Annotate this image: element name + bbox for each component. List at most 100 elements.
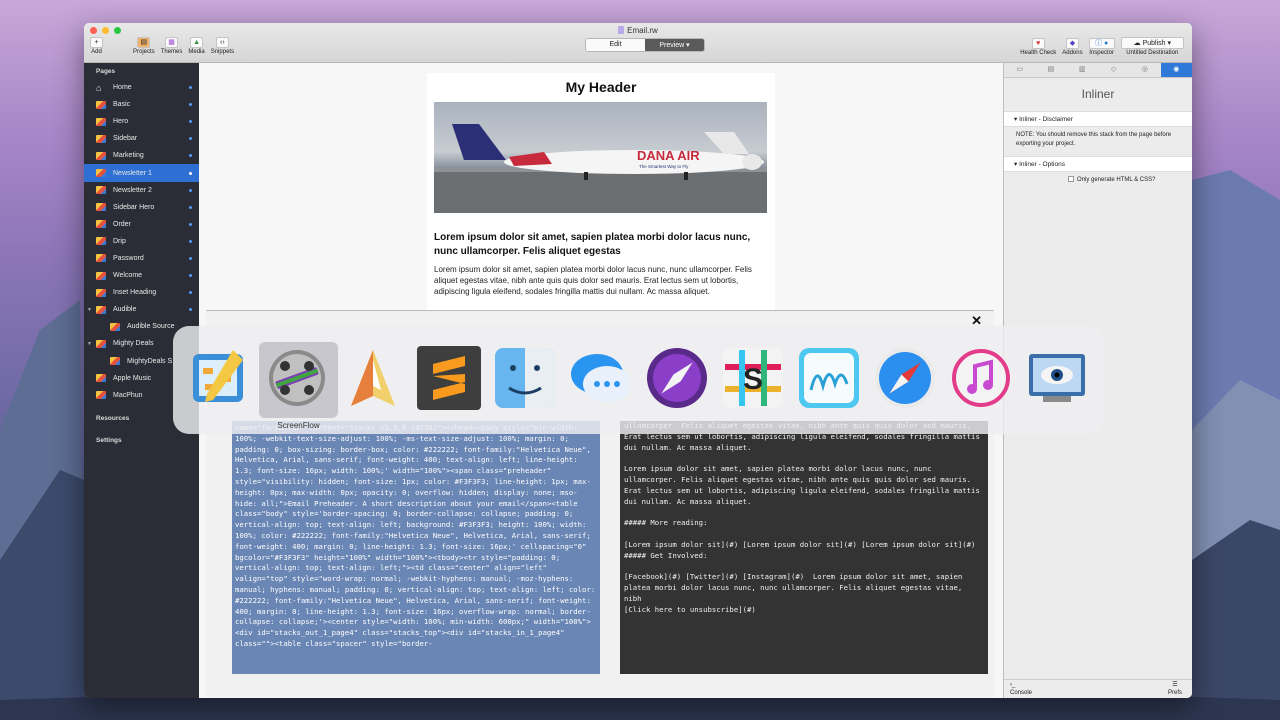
themes-icon: ▦ <box>165 37 179 48</box>
page-icon <box>96 237 106 246</box>
app-switcher: S ScreenFlow <box>173 326 1105 434</box>
tab-content-icon[interactable]: ▥ <box>1067 63 1098 77</box>
snippets-label: Snippets <box>210 49 235 55</box>
projects-icon: ▤ <box>137 37 151 48</box>
sidebar-item-marketing[interactable]: Marketing <box>84 147 199 164</box>
media-button[interactable]: ▲ Media <box>188 37 205 55</box>
tab-tag-icon[interactable]: ◇ <box>1098 63 1129 77</box>
html-source-view[interactable]: name="formatter" content="Stacks v3.5.8 … <box>232 421 600 674</box>
sidebar-item-label: Basic <box>113 101 131 109</box>
sidebar-item-inset-heading[interactable]: Inset Heading <box>84 284 199 301</box>
inspector-title: Inliner <box>1081 87 1115 101</box>
script-editor-app-icon[interactable] <box>189 346 253 410</box>
status-dot <box>189 308 192 312</box>
sidebar-item-label: Hero <box>113 118 129 126</box>
page-icon <box>96 203 106 212</box>
tab-page-icon[interactable]: ▭ <box>1004 63 1035 77</box>
slack-app-icon[interactable]: S <box>721 346 785 410</box>
sidebar-item-newsletter-1[interactable]: Newsletter 1 <box>84 164 199 182</box>
edit-mode-button[interactable]: Edit <box>586 39 645 51</box>
ulysses-app-icon[interactable] <box>341 346 405 410</box>
sublime-text-app-icon[interactable] <box>417 346 481 410</box>
home-icon: ⌂ <box>96 82 102 93</box>
health-check-button[interactable]: ♥ Health Check <box>1020 38 1056 56</box>
sidebar-item-newsletter-2[interactable]: Newsletter 2 <box>84 182 199 199</box>
console-button[interactable]: ›_ Console <box>1010 682 1032 698</box>
snippets-icon: ‹› <box>215 37 229 48</box>
markdown-source-view[interactable]: ullamcorper. Felis aliquet egestas vitae… <box>620 421 988 674</box>
preview-mode-button[interactable]: Preview ▾ <box>645 39 704 51</box>
itunes-app-icon[interactable] <box>949 346 1013 410</box>
themes-label: Themes <box>160 49 183 55</box>
sidebar-item-order[interactable]: Order <box>84 216 199 233</box>
sidebar-item-drip[interactable]: Drip <box>84 233 199 250</box>
disclosure-triangle-icon[interactable]: ▼ <box>87 307 92 313</box>
chevron-down-icon: ▾ <box>1167 40 1171 47</box>
sidebar-item-welcome[interactable]: Welcome <box>84 267 199 284</box>
sidebar-item-password[interactable]: Password <box>84 250 199 267</box>
sidebar-item-basic[interactable]: Basic <box>84 96 199 113</box>
only-html-css-checkbox[interactable] <box>1068 176 1074 183</box>
page-icon <box>96 100 106 109</box>
compass-app-icon[interactable] <box>645 346 709 410</box>
airline-tagline: The Smartest Way to Fly <box>639 164 689 169</box>
preview-app-icon[interactable] <box>1025 346 1089 410</box>
sidebar-item-label: Inset Heading <box>113 289 157 297</box>
settings-header[interactable]: Settings <box>84 432 199 448</box>
publish-label: Publish <box>1142 40 1166 47</box>
themes-button[interactable]: ▦ Themes <box>160 37 183 55</box>
sliders-icon: ☰ <box>1172 682 1178 688</box>
sidebar-item-label: Newsletter 1 <box>113 169 152 177</box>
inspector-label: Inspector <box>1089 50 1114 56</box>
disclosure-triangle-icon[interactable]: ▼ <box>87 341 92 347</box>
sidebar-item-hero[interactable]: Hero <box>84 113 199 130</box>
option-label: Only generate HTML & CSS? <box>1077 177 1156 184</box>
page-icon <box>110 322 120 331</box>
cloud-icon: ☁ <box>1133 40 1143 47</box>
sidebar-item-label: Marketing <box>113 152 144 160</box>
options-section-header[interactable]: ▾ Inliner - Options <box>1004 156 1192 173</box>
tab-stack-icon[interactable]: ◉ <box>1160 63 1192 77</box>
sidebar-item-label: MacPhun <box>113 391 143 399</box>
status-dot <box>189 205 192 209</box>
document-title: Email.rw <box>84 26 1192 35</box>
addons-label: Addons <box>1062 50 1083 56</box>
email-header: My Header <box>565 79 637 95</box>
publish-button[interactable]: ☁ Publish ▾ <box>1120 37 1184 49</box>
addons-button[interactable]: ◆ Addons <box>1062 38 1083 56</box>
sidebar-item-home[interactable]: ⌂ Home <box>84 79 199 96</box>
sidebar-item-sidebar-hero[interactable]: Sidebar Hero <box>84 199 199 216</box>
screenflow-app-icon[interactable] <box>265 346 329 410</box>
health-check-label: Health Check <box>1020 50 1057 56</box>
snippets-button[interactable]: ‹› Snippets <box>211 37 234 55</box>
status-dot <box>189 120 192 124</box>
messages-app-icon[interactable] <box>569 346 633 410</box>
sidebar-item-label: Mighty Deals <box>113 340 154 348</box>
projects-button[interactable]: ▤ Projects <box>133 37 155 55</box>
notability-app-icon[interactable] <box>797 346 861 410</box>
sidebar-item-label: Order <box>113 220 131 228</box>
add-button[interactable]: + Add <box>90 37 103 55</box>
status-dot <box>189 103 192 107</box>
inspector-footer: ›_ Console ☰ Prefs <box>1004 679 1192 698</box>
safari-app-icon[interactable] <box>873 346 937 410</box>
sidebar-item-sidebar[interactable]: Sidebar <box>84 130 199 147</box>
hero-image: DANA AIR The Smartest Way to Fly <box>434 102 767 213</box>
page-icon <box>96 254 106 263</box>
selected-app-label: ScreenFlow <box>277 421 320 430</box>
tab-style-icon[interactable]: ◎ <box>1129 63 1160 77</box>
disclaimer-section-header[interactable]: ▾ Inliner - Disclaimer <box>1004 111 1192 127</box>
tab-layout-icon[interactable]: ▤ <box>1035 63 1066 77</box>
status-dot <box>189 188 192 192</box>
options-header-label: Inliner - Options <box>1019 161 1065 169</box>
sidebar-item-audible[interactable]: ▼ Audible <box>84 301 199 318</box>
page-icon <box>96 271 106 280</box>
status-dot <box>189 291 192 295</box>
status-dot <box>189 171 192 175</box>
status-dot <box>189 222 192 226</box>
inspector-button[interactable]: ⓘ ● Inspector <box>1088 38 1115 56</box>
destination-label: Untitled Destination <box>1126 50 1179 56</box>
prefs-button[interactable]: ☰ Prefs <box>1168 682 1182 698</box>
sidebar-item-label: Drip <box>113 237 126 245</box>
finder-app-icon[interactable] <box>493 346 557 410</box>
